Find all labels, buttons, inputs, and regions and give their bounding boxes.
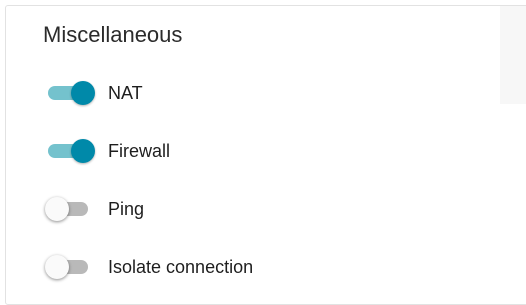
ping-toggle[interactable]	[43, 194, 97, 224]
isolate-connection-toggle[interactable]	[43, 252, 97, 282]
ping-label: Ping	[108, 199, 145, 219]
toggle-knob	[71, 81, 95, 105]
setting-row-firewall: Firewall	[43, 136, 170, 166]
toggle-knob	[45, 255, 69, 279]
firewall-toggle[interactable]	[43, 136, 97, 166]
setting-row-ping: Ping	[43, 194, 144, 224]
nat-toggle[interactable]	[43, 78, 97, 108]
side-panel-edge	[500, 6, 526, 104]
isolate-connection-label: Isolate connection	[108, 257, 254, 277]
toggle-knob	[71, 139, 95, 163]
setting-row-nat: NAT	[43, 78, 143, 108]
section-title: Miscellaneous	[43, 22, 183, 47]
nat-label: NAT	[108, 83, 143, 103]
firewall-label: Firewall	[108, 141, 171, 161]
setting-row-isolate-connection: Isolate connection	[43, 252, 253, 282]
toggle-knob	[45, 197, 69, 221]
